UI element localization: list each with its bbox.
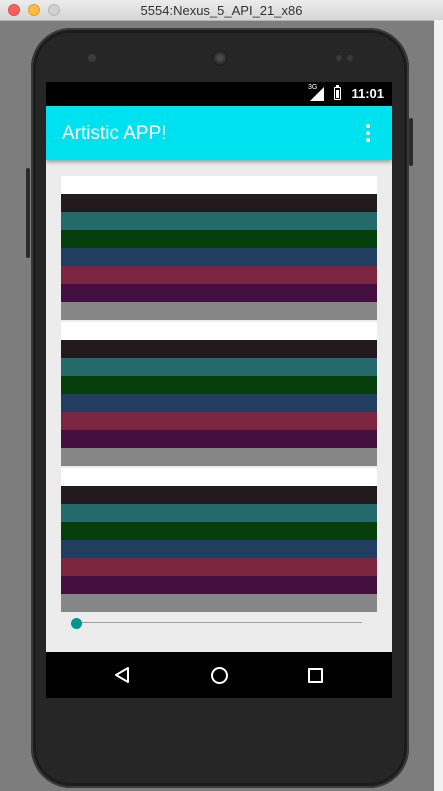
back-triangle-icon[interactable] — [114, 666, 130, 684]
color-stripe — [61, 486, 377, 504]
device-screen: 3G 11:01 Artistic APP! — [46, 82, 392, 698]
seekbar[interactable] — [66, 616, 362, 630]
color-stripe — [61, 376, 377, 394]
color-stripe — [61, 412, 377, 430]
color-stripe — [61, 266, 377, 284]
status-time: 11:01 — [351, 86, 384, 101]
status-bar: 3G 11:01 — [46, 82, 392, 106]
front-camera — [88, 54, 96, 62]
color-stripe — [61, 430, 377, 448]
app-title: Artistic APP! — [62, 123, 167, 144]
emulator-titlebar: 5554:Nexus_5_API_21_x86 — [0, 0, 443, 21]
art-panel — [61, 176, 377, 320]
color-stripe — [61, 448, 377, 466]
color-stripe — [61, 504, 377, 522]
color-stripe — [61, 394, 377, 412]
recents-square-icon[interactable] — [308, 668, 323, 683]
proximity-sensor — [336, 55, 342, 61]
color-stripe — [61, 558, 377, 576]
color-stripe — [61, 230, 377, 248]
power-button[interactable] — [409, 118, 413, 166]
cell-signal-icon — [310, 87, 324, 101]
battery-icon — [334, 85, 341, 100]
earpiece-speaker — [212, 50, 228, 66]
color-stripe — [61, 284, 377, 302]
color-stripe — [61, 540, 377, 558]
color-stripe — [61, 248, 377, 266]
home-circle-icon[interactable] — [211, 667, 228, 684]
color-stripe — [61, 576, 377, 594]
art-panel — [61, 468, 377, 612]
navigation-bar — [46, 652, 392, 698]
seekbar-track[interactable] — [74, 622, 362, 623]
light-sensor — [347, 55, 353, 61]
color-stripe — [61, 340, 377, 358]
color-stripe — [61, 358, 377, 376]
color-stripe — [61, 594, 377, 612]
app-toolbar: Artistic APP! — [46, 106, 392, 160]
more-vert-icon[interactable] — [358, 120, 378, 146]
volume-button[interactable] — [26, 168, 30, 258]
window-title: 5554:Nexus_5_API_21_x86 — [140, 3, 303, 18]
color-stripe — [61, 302, 377, 320]
color-stripe — [61, 194, 377, 212]
color-stripe — [61, 522, 377, 540]
seekbar-thumb[interactable] — [71, 618, 82, 629]
background-window-edge — [434, 20, 443, 791]
color-stripe — [61, 212, 377, 230]
art-panel — [61, 322, 377, 466]
